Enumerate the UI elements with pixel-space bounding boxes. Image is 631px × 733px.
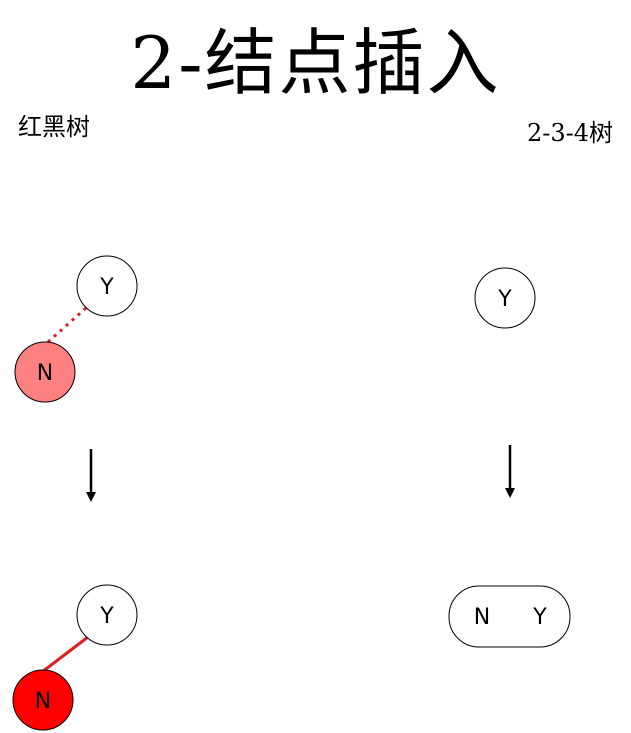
insertion-diagram: Y N Y N Y N Y — [12, 255, 571, 731]
rb-before-dotted-red-link — [46, 306, 88, 344]
rb-before-parent-label: Y — [99, 275, 114, 300]
rb-after-child-node: N — [12, 669, 74, 731]
t234-after-node: N Y — [448, 585, 571, 648]
rb-after-red-link — [41, 635, 89, 674]
t234-before-label: Y — [497, 287, 512, 312]
rb-after-parent-label: Y — [99, 604, 114, 629]
t234-after-left-label: N — [474, 605, 490, 630]
t234-before-node: Y — [474, 267, 536, 329]
rb-before-parent-node: Y — [76, 255, 138, 317]
rb-before-child-node: N — [14, 341, 76, 403]
t234-after-right-label: Y — [532, 605, 547, 630]
rb-after-parent-node: Y — [76, 584, 138, 646]
rb-before-child-label: N — [37, 361, 53, 386]
rb-after-child-label: N — [35, 689, 51, 714]
